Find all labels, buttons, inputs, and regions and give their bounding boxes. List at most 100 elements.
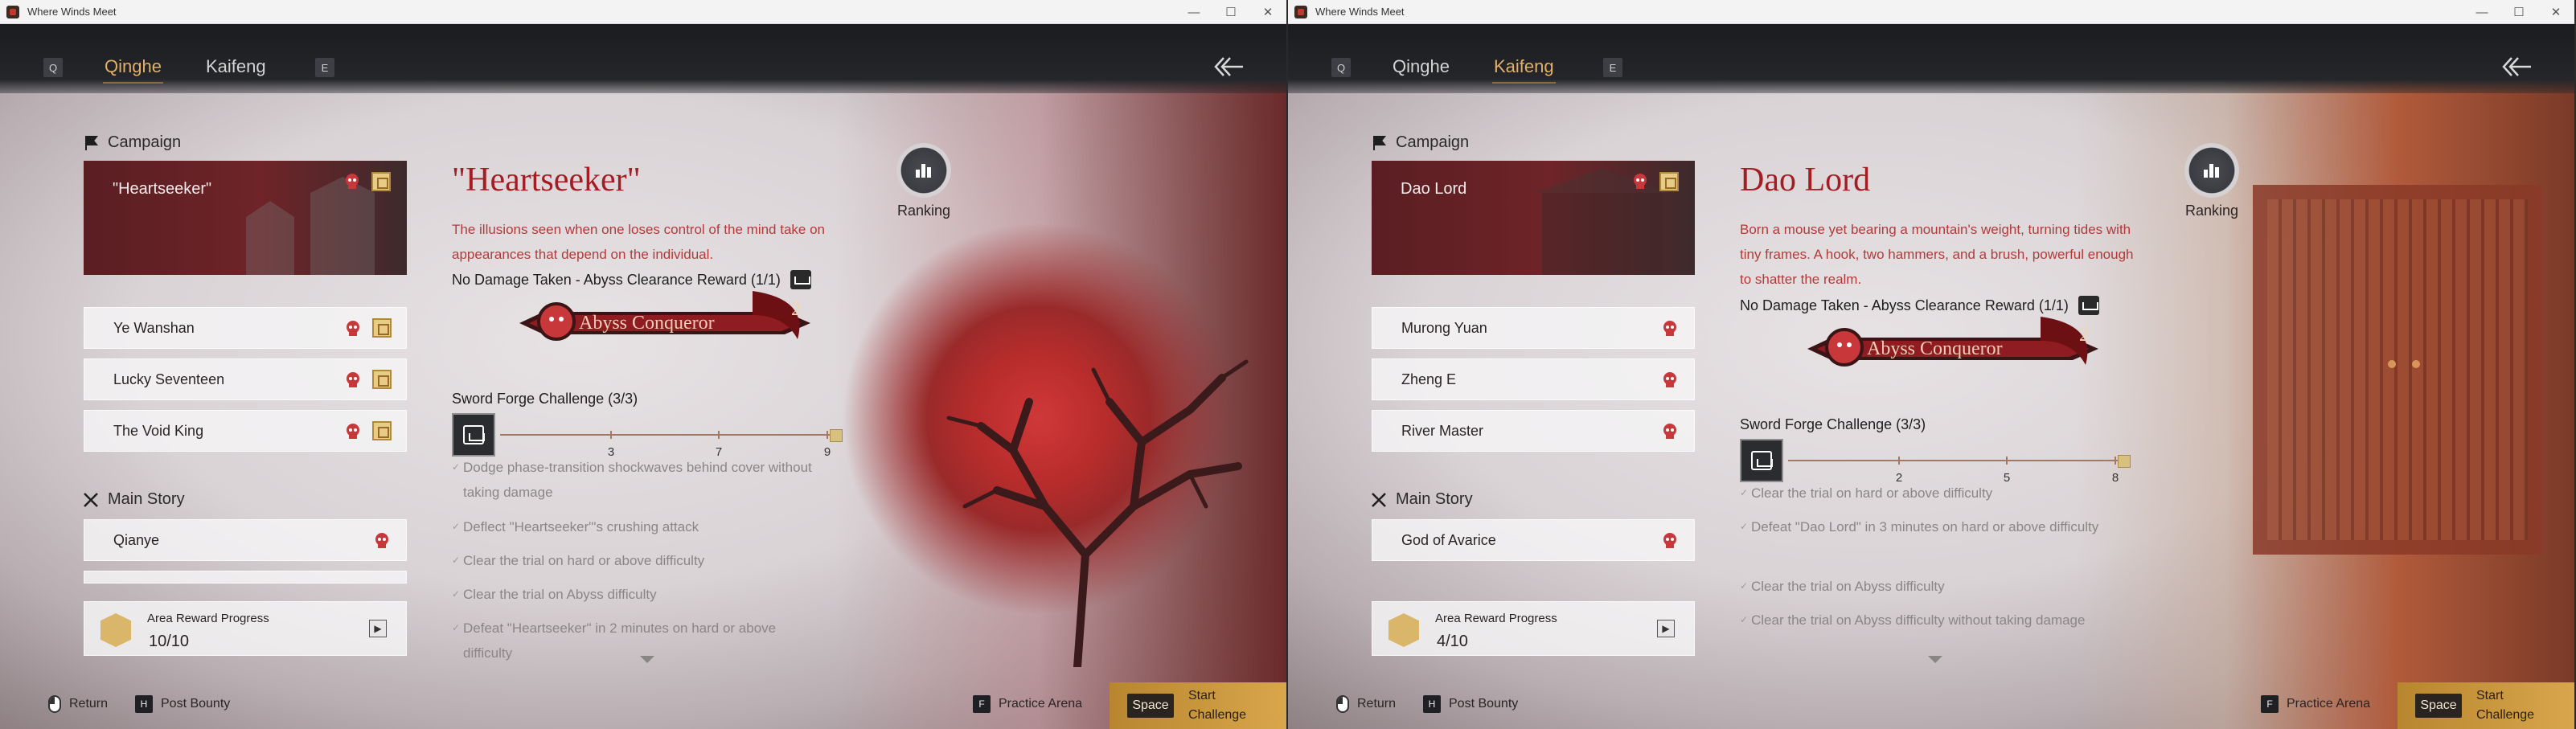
- next-region-key[interactable]: E: [315, 58, 334, 77]
- main-story-card[interactable]: Qianye: [84, 519, 407, 561]
- close-button[interactable]: ✕: [1249, 0, 1286, 24]
- medal-icon: [372, 318, 392, 338]
- title-bar: Where Winds Meet — ☐ ✕: [1288, 0, 2574, 24]
- return-label: Return: [69, 697, 109, 711]
- practice-arena-label: Practice Arena: [999, 697, 1083, 711]
- main-story-card[interactable]: God of Avarice: [1372, 519, 1695, 561]
- game-window-left: Where Winds Meet — ☐ ✕ Q Qinghe Kaifeng …: [0, 0, 1288, 729]
- main-story-card-partial[interactable]: [84, 571, 407, 584]
- ranking-label: Ranking: [2184, 203, 2239, 219]
- main-story-heading: Main Story: [82, 490, 185, 509]
- main-story-heading-label: Main Story: [1396, 490, 1473, 508]
- practice-arena-hint[interactable]: F Practice Arena: [2261, 695, 2370, 713]
- gate-illustration: [2253, 185, 2542, 555]
- skull-icon: [1663, 372, 1676, 387]
- scroll-down-icon[interactable]: [1928, 656, 1942, 663]
- forge-chest-button[interactable]: [452, 413, 495, 457]
- campaign-card[interactable]: Lucky Seventeen: [84, 358, 407, 400]
- campaign-card-name: Zheng E: [1401, 371, 1457, 387]
- app-icon: [6, 5, 19, 18]
- tab-kaifeng[interactable]: Kaifeng: [1492, 56, 1556, 84]
- medal-icon: [372, 370, 392, 389]
- tick: [827, 431, 828, 439]
- return-hint[interactable]: Return: [48, 695, 108, 713]
- campaign-card[interactable]: River Master: [1372, 410, 1695, 452]
- next-region-key[interactable]: E: [1603, 58, 1622, 77]
- area-reward-progress[interactable]: Area Reward Progress 4/10 ▶: [1372, 601, 1695, 656]
- prev-region-key[interactable]: Q: [1331, 58, 1351, 77]
- challenge-task: Clear the trial on hard or above difficu…: [452, 548, 822, 573]
- forge-progress-line: [1788, 460, 2119, 461]
- campaign-card[interactable]: Ye Wanshan: [84, 307, 407, 349]
- gate-knob: [2388, 360, 2396, 368]
- prev-region-key[interactable]: Q: [43, 58, 63, 77]
- title-bar: Where Winds Meet — ☐ ✕: [0, 0, 1286, 24]
- chevron-right-icon[interactable]: ▶: [369, 620, 387, 637]
- area-progress-label: Area Reward Progress: [1435, 612, 1557, 625]
- forge-end-marker: [830, 429, 843, 442]
- start-challenge-label: Start Challenge: [2476, 689, 2535, 722]
- window-title: Where Winds Meet: [27, 6, 117, 18]
- close-button[interactable]: ✕: [2537, 0, 2574, 24]
- banner-text: Abyss Conqueror: [579, 313, 715, 334]
- return-hint[interactable]: Return: [1336, 695, 1396, 713]
- campaign-card-name: Ye Wanshan: [113, 320, 195, 336]
- minimize-button[interactable]: —: [1175, 0, 1212, 24]
- ranking-button[interactable]: Ranking: [2176, 143, 2248, 219]
- campaign-card[interactable]: Zheng E: [1372, 358, 1695, 400]
- campaign-card[interactable]: The Void King: [84, 410, 407, 452]
- mouse-icon: [1336, 695, 1349, 713]
- main-story-card-name: Qianye: [113, 532, 160, 548]
- back-icon[interactable]: [1212, 55, 1245, 79]
- boss-title: Dao Lord: [1740, 162, 1871, 199]
- campaign-flag-icon: [1373, 135, 1387, 150]
- skull-icon: [347, 424, 359, 439]
- tab-kaifeng[interactable]: Kaifeng: [206, 56, 266, 77]
- chevron-right-icon[interactable]: ▶: [1657, 620, 1675, 637]
- post-bounty-hint[interactable]: H Post Bounty: [135, 695, 230, 713]
- tab-qinghe[interactable]: Qinghe: [1393, 56, 1450, 77]
- forge-chest-button[interactable]: [1740, 439, 1783, 482]
- maximize-button[interactable]: ☐: [1212, 0, 1249, 24]
- start-challenge-button[interactable]: Space Start Challenge: [1110, 682, 1286, 729]
- tick: [2006, 457, 2008, 465]
- challenge-task: Clear the trial on Abyss difficulty: [452, 582, 822, 607]
- minimize-button[interactable]: —: [2463, 0, 2500, 24]
- tick-label: 8: [2111, 471, 2119, 485]
- skull-icon: [375, 533, 388, 548]
- challenge-task: Defeat "Heartseeker" in 2 minutes on har…: [452, 616, 822, 666]
- banner-badge: 2: [2079, 325, 2089, 346]
- back-icon[interactable]: [2500, 55, 2533, 79]
- maximize-button[interactable]: ☐: [2500, 0, 2537, 24]
- area-progress-value: 4/10: [1437, 633, 1468, 650]
- scroll-down-icon[interactable]: [640, 656, 654, 663]
- game-area: Q Qinghe Kaifeng E Campaign "Heartseeker…: [0, 24, 1286, 729]
- sword-forge-title: Sword Forge Challenge (3/3): [452, 391, 638, 407]
- challenge-task: Clear the trial on Abyss difficulty: [1740, 574, 2110, 599]
- campaign-card-name: Dao Lord: [1401, 180, 1467, 198]
- reward-emblem-icon: [1388, 613, 1419, 647]
- banner-text: Abyss Conqueror: [1867, 338, 2003, 359]
- campaign-card[interactable]: Murong Yuan: [1372, 307, 1695, 349]
- challenge-task: Clear the trial on Abyss difficulty with…: [1740, 608, 2110, 633]
- tick: [610, 431, 612, 439]
- post-bounty-key: H: [135, 695, 153, 713]
- tick: [2115, 457, 2116, 465]
- campaign-card-selected[interactable]: Dao Lord: [1372, 161, 1695, 275]
- area-progress-label: Area Reward Progress: [147, 612, 269, 625]
- ranking-button[interactable]: Ranking: [888, 143, 960, 219]
- post-bounty-hint[interactable]: H Post Bounty: [1423, 695, 1518, 713]
- sword-forge-track: 2 5 8: [1740, 439, 2134, 487]
- tab-qinghe[interactable]: Qinghe: [103, 56, 163, 84]
- top-nav: Q Qinghe Kaifeng E: [1288, 24, 2574, 93]
- chest-icon: [463, 425, 485, 444]
- area-reward-progress[interactable]: Area Reward Progress 10/10 ▶: [84, 601, 407, 656]
- main-story-card-name: God of Avarice: [1401, 532, 1496, 548]
- start-challenge-button[interactable]: Space Start Challenge: [2398, 682, 2574, 729]
- window-title: Where Winds Meet: [1315, 6, 1405, 18]
- app-icon: [1294, 5, 1307, 18]
- campaign-card-selected[interactable]: "Heartseeker": [84, 161, 407, 275]
- campaign-card-name: Lucky Seventeen: [113, 371, 225, 387]
- tick: [1898, 457, 1900, 465]
- practice-arena-hint[interactable]: F Practice Arena: [973, 695, 1082, 713]
